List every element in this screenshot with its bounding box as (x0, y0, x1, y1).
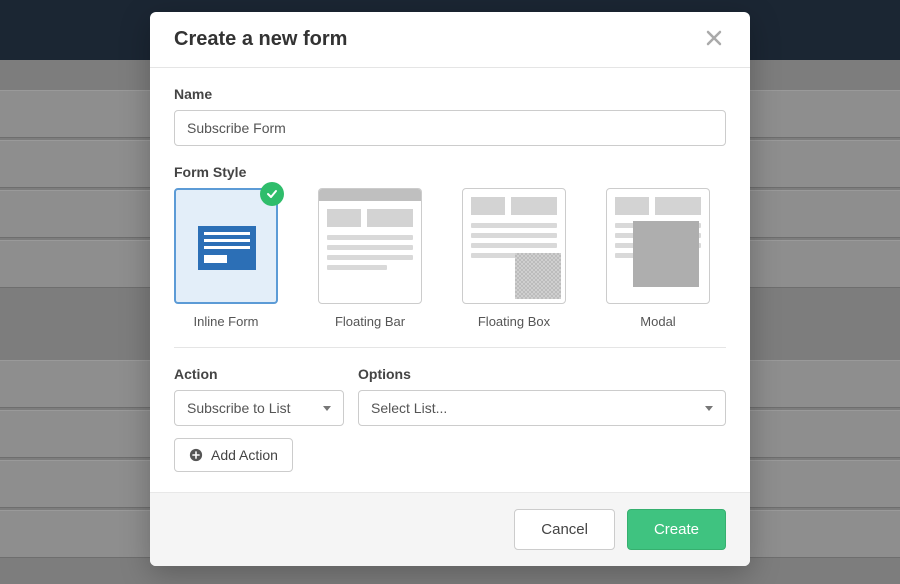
caret-down-icon (705, 406, 713, 411)
caret-down-icon (323, 406, 331, 411)
add-action-button[interactable]: Add Action (174, 438, 293, 472)
modal-body: Name Form Style (150, 68, 750, 492)
plus-circle-icon (189, 448, 203, 462)
style-option-modal[interactable]: Modal (606, 188, 710, 329)
close-icon (706, 30, 722, 46)
action-select[interactable]: Subscribe to List (174, 390, 344, 426)
close-button[interactable] (702, 26, 726, 53)
style-option-label: Modal (606, 314, 710, 329)
style-thumbnail (318, 188, 422, 304)
form-style-label: Form Style (174, 164, 726, 180)
style-thumbnail (462, 188, 566, 304)
add-action-label: Add Action (211, 447, 278, 463)
style-thumbnail (606, 188, 710, 304)
form-style-options: Inline Form Floating Bar (174, 188, 726, 329)
modal-header: Create a new form (150, 12, 750, 68)
action-options-row: Action Subscribe to List Add Action Opti… (174, 366, 726, 472)
name-section: Name (174, 86, 726, 146)
style-option-label: Floating Bar (318, 314, 422, 329)
form-style-section: Form Style Inline Fo (174, 164, 726, 329)
name-input[interactable] (174, 110, 726, 146)
style-option-label: Inline Form (174, 314, 278, 329)
name-label: Name (174, 86, 726, 102)
options-select[interactable]: Select List... (358, 390, 726, 426)
style-option-inline-form[interactable]: Inline Form (174, 188, 278, 329)
action-label: Action (174, 366, 344, 382)
style-option-floating-box[interactable]: Floating Box (462, 188, 566, 329)
divider (174, 347, 726, 348)
style-thumbnail (174, 188, 278, 304)
action-select-value: Subscribe to List (187, 400, 291, 416)
options-label: Options (358, 366, 726, 382)
cancel-button[interactable]: Cancel (514, 509, 615, 550)
modal-footer: Cancel Create (150, 492, 750, 566)
style-option-label: Floating Box (462, 314, 566, 329)
create-button[interactable]: Create (627, 509, 726, 550)
options-select-value: Select List... (371, 400, 447, 416)
style-option-floating-bar[interactable]: Floating Bar (318, 188, 422, 329)
modal-title: Create a new form (174, 28, 347, 51)
create-form-modal: Create a new form Name Form Style (150, 12, 750, 566)
